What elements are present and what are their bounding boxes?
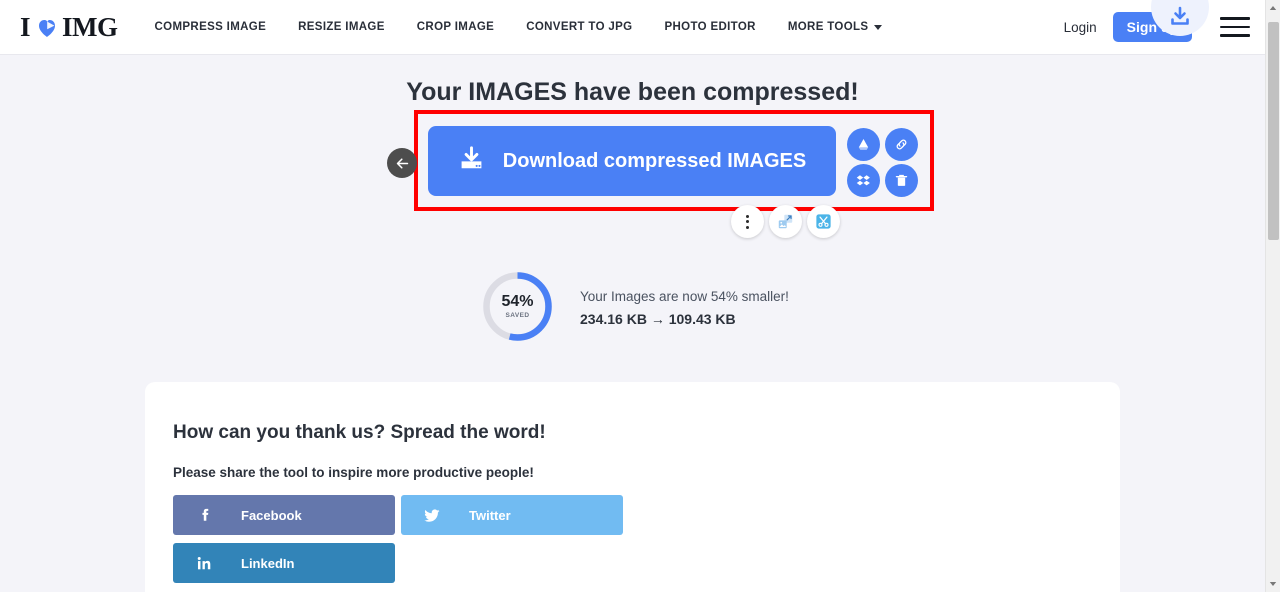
chevron-down-icon (874, 24, 883, 30)
scissors-icon (816, 214, 831, 229)
save-to-google-drive-button[interactable] (847, 128, 880, 161)
logo-text-left: I (20, 11, 31, 42)
dot (746, 214, 749, 218)
nav-more-tools[interactable]: MORE TOOLS (788, 21, 883, 33)
page-scrollbar[interactable] (1265, 0, 1280, 592)
share-twitter-button[interactable]: Twitter (401, 495, 623, 535)
main-navigation: COMPRESS IMAGE RESIZE IMAGE CROP IMAGE C… (155, 21, 883, 33)
nav-label: RESIZE IMAGE (298, 21, 385, 33)
savings-ring-chart: 54% SAVED (481, 270, 554, 343)
nav-label: MORE TOOLS (787, 21, 869, 33)
heart-icon (35, 16, 59, 40)
ext-snip-button[interactable] (807, 205, 840, 238)
nav-label: CROP IMAGE (416, 21, 495, 33)
compression-stats: 54% SAVED Your Images are now 54% smalle… (481, 270, 789, 343)
page-title: Your IMAGES have been compressed! (406, 78, 859, 106)
share-card-subtitle: Please share the tool to inspire more pr… (173, 465, 534, 480)
copy-link-button[interactable] (885, 128, 918, 161)
linkedin-icon (195, 555, 213, 572)
nav-convert-to-jpg[interactable]: CONVERT TO JPG (526, 21, 632, 33)
nav-label: PHOTO EDITOR (664, 21, 756, 33)
back-button[interactable] (387, 148, 417, 178)
header-actions: Login Sign up (1064, 12, 1265, 42)
download-icon (458, 145, 485, 178)
nav-label: COMPRESS IMAGE (154, 21, 267, 33)
download-button-label: Download compressed IMAGES (502, 149, 807, 172)
download-compressed-images-button[interactable]: Download compressed IMAGES (428, 126, 836, 196)
share-card-title: How can you thank us? Spread the word! (173, 422, 546, 443)
hamburger-line (1220, 25, 1250, 29)
nav-photo-editor[interactable]: PHOTO EDITOR (664, 21, 755, 33)
facebook-icon (195, 507, 213, 524)
stats-text-block: Your Images are now 54% smaller! 234.16 … (580, 287, 789, 327)
scroll-up-arrow-icon[interactable] (1266, 0, 1280, 16)
three-dots-vertical-icon (746, 214, 749, 229)
twitter-icon (423, 506, 441, 525)
stats-size-comparison: 234.16 KB → 109.43 KB (580, 310, 736, 327)
hamburger-line (1220, 34, 1250, 37)
delete-button[interactable] (885, 164, 918, 197)
site-header: I IMG COMPRESS IMAGE RESIZE IMAGE CROP I… (0, 0, 1265, 55)
google-drive-icon (858, 138, 869, 150)
signup-button[interactable]: Sign up (1112, 12, 1192, 42)
side-action-buttons (847, 128, 921, 198)
scroll-down-arrow-icon[interactable] (1266, 576, 1280, 592)
login-link[interactable]: Login (1064, 20, 1097, 35)
browser-page: I IMG COMPRESS IMAGE RESIZE IMAGE CROP I… (0, 0, 1280, 592)
site-logo[interactable]: I IMG (20, 12, 118, 43)
link-icon (896, 139, 907, 150)
share-card: How can you thank us? Spread the word! P… (145, 382, 1120, 592)
nav-crop-image[interactable]: CROP IMAGE (417, 21, 494, 33)
dot (746, 220, 749, 223)
nav-compress-image[interactable]: COMPRESS IMAGE (155, 21, 267, 33)
share-button-label: Twitter (469, 507, 511, 523)
scrollbar-thumb[interactable] (1268, 22, 1279, 240)
hamburger-line (1220, 17, 1250, 20)
logo-text-right: IMG (62, 11, 118, 42)
ext-more-options-button[interactable] (731, 205, 764, 238)
dot (746, 225, 749, 229)
share-button-label: Facebook (241, 507, 302, 523)
browser-extension-icons (731, 205, 840, 238)
nav-resize-image[interactable]: RESIZE IMAGE (298, 21, 385, 33)
image-expand-icon (778, 214, 793, 229)
share-buttons: Facebook Twitter LinkedIn (173, 495, 1092, 583)
share-linkedin-button[interactable]: LinkedIn (173, 543, 395, 583)
share-facebook-button[interactable]: Facebook (173, 495, 395, 535)
ext-image-resize-button[interactable] (769, 205, 802, 238)
share-button-label: LinkedIn (241, 555, 295, 571)
hamburger-menu-icon[interactable] (1220, 17, 1250, 37)
stats-message: Your Images are now 54% smaller! (580, 288, 789, 304)
trash-icon (895, 174, 908, 186)
save-to-dropbox-button[interactable] (847, 164, 880, 197)
nav-label: CONVERT TO JPG (526, 21, 633, 33)
dropbox-icon (856, 175, 870, 186)
arrow-left-icon (396, 157, 408, 169)
